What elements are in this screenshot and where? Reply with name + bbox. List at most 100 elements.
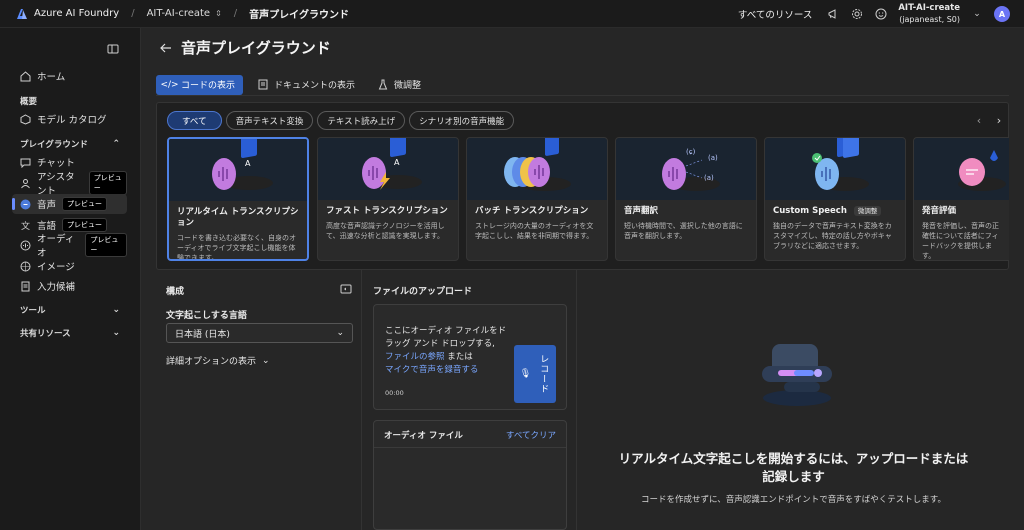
code-icon: </> [160, 79, 179, 90]
chip-scenario[interactable]: シナリオ別の音声機能 [409, 111, 515, 130]
card-description: 発音を評価し、音声の正確性について話者にフィードバックを提供します。 [922, 222, 999, 260]
card-pronunciation-assessment[interactable]: 発音評価 発音を評価し、音声の正確性について話者にフィードバックを提供します。 [913, 137, 1009, 261]
scenario-gallery: すべて 音声テキスト変換 テキスト読み上げ シナリオ別の音声機能 ‹ › A リ… [156, 102, 1009, 270]
card-title: 発音評価 [922, 206, 957, 216]
realtime-illustration-icon: A [169, 139, 307, 201]
sidebar-section-overview: 概要 [20, 97, 38, 107]
card-fast-transcription[interactable]: A ファスト トランスクリプション 高度な音声認識テクノロジーを活用して、迅速な… [317, 137, 459, 261]
clear-all-button[interactable]: すべてクリア [506, 429, 556, 441]
sidebar-item-label: アシスタント [37, 172, 75, 197]
language-select-value: 日本語 (日本) [175, 329, 230, 340]
file-drop-zone[interactable]: ここにオーディオ ファイルをドラッグ アンド ドロップする, ファイルの参照 ま… [373, 304, 567, 410]
panel-toggle-icon[interactable] [340, 283, 352, 295]
chip-speech-to-text[interactable]: 音声テキスト変換 [225, 111, 314, 130]
record-label: レコード [538, 354, 549, 394]
chevron-up-icon: ⌃ [112, 139, 120, 149]
browse-files-link[interactable]: ファイルの参照 [385, 352, 445, 362]
flask-icon [377, 79, 388, 90]
configuration-panel: 構成 文字起こしする言語 日本語 (日本) ⌄ 詳細オプションの表示 ⌄ [156, 270, 362, 530]
chevron-down-icon: ⌄ [262, 355, 270, 366]
home-icon [20, 70, 31, 82]
back-arrow-icon[interactable] [159, 41, 173, 55]
card-title: バッチ トランスクリプション [475, 206, 589, 216]
account-info[interactable]: AIT-AI-create (japaneast, S0) [898, 3, 960, 25]
card-description: 独自のデータで音声テキスト変換をカスタマイズし、特定の話し方やボキャブラリなどに… [773, 222, 892, 250]
sidebar-item-label: オーディオ [37, 234, 75, 259]
all-resources-link[interactable]: すべてのリソース [738, 7, 812, 21]
card-description: コードを書き込む必要なく、自身のオーディオでライブ文字起こし機能を体験できます。 [177, 234, 296, 261]
chevron-down-icon: ⌄ [112, 305, 120, 315]
card-realtime-transcription[interactable]: A リアルタイム トランスクリプション コードを書き込む必要なく、自身のオーディ… [167, 137, 309, 261]
card-description: 短い待機時間で、選択した他の言語に音声を翻訳します。 [624, 222, 743, 240]
view-code-button[interactable]: </> コードの表示 [156, 74, 244, 95]
svg-text:A: A [245, 159, 251, 168]
toolbar: </> コードの表示 ドキュメントの表示 微調整 [156, 74, 1009, 96]
fast-illustration-icon: A [318, 138, 458, 200]
preview-badge: プレビュー [88, 171, 127, 195]
sidebar-item-home[interactable]: ホーム [12, 66, 127, 86]
record-timer: 00:00 [385, 389, 404, 397]
sidebar-item-label: モデル カタログ [37, 115, 107, 126]
card-batch-transcription[interactable]: バッチ トランスクリプション ストレージ内の大量のオーディオを文字起こしし、結果… [466, 137, 608, 261]
empty-state-title: リアルタイム文字起こしを開始するには、アップロードまたは記録します [618, 451, 969, 484]
chevron-down-icon: ⌄ [112, 328, 120, 338]
sidebar-item-completions[interactable]: 入力候補 [12, 276, 127, 296]
person-icon [20, 178, 31, 189]
svg-text:(a): (a) [708, 154, 718, 162]
sidebar-group-shared[interactable]: 共有リソース ⌄ [20, 327, 120, 339]
audio-files-header: オーディオ ファイル [384, 431, 463, 441]
view-docs-button[interactable]: ドキュメントの表示 [249, 75, 363, 95]
sidebar-item-audio[interactable]: オーディオ プレビュー [12, 233, 127, 259]
top-bar: Azure AI Foundry / AIT-AI-create ⇕ / 音声プ… [0, 0, 1024, 28]
sidebar-item-label: イメージ [37, 262, 75, 273]
brand[interactable]: Azure AI Foundry [16, 8, 119, 20]
button-label: コードの表示 [181, 81, 236, 91]
advanced-options-toggle[interactable]: 詳細オプションの表示 ⌄ [166, 354, 270, 368]
sidebar-group-label: ツール [20, 306, 46, 316]
config-header: 構成 [166, 287, 185, 297]
language-label: 文字起こしする言語 [166, 311, 247, 321]
chip-text-to-speech[interactable]: テキスト読み上げ [317, 111, 406, 130]
sidebar-group-tools[interactable]: ツール ⌄ [20, 304, 120, 316]
sidebar-item-speech[interactable]: 音声 プレビュー [12, 194, 127, 214]
pronunciation-illustration-icon [914, 138, 1009, 200]
speech-icon [20, 199, 31, 210]
project-name: AIT-AI-create [146, 8, 211, 19]
breadcrumb-page[interactable]: 音声プレイグラウンド [249, 6, 349, 21]
translation-illustration-icon: (ɕ) (a) (a) [616, 138, 756, 200]
chip-all[interactable]: すべて [167, 111, 222, 130]
sidebar: ホーム 概要 モデル カタログ プレイグラウンド ⌃ チャット アシスタント プ… [0, 28, 140, 530]
sidebar-group-label: 共有リソース [20, 329, 71, 339]
sidebar-item-image[interactable]: イメージ [12, 256, 127, 276]
sidebar-group-label: プレイグラウンド [20, 140, 88, 150]
chevron-left-icon[interactable]: ‹ [972, 113, 986, 127]
collapse-sidebar-icon[interactable] [107, 43, 119, 55]
fine-tune-button[interactable]: 微調整 [369, 75, 429, 95]
breadcrumb-project[interactable]: AIT-AI-create ⇕ [147, 8, 222, 19]
card-title: 音声翻訳 [624, 206, 659, 216]
main-content: 音声プレイグラウンド </> コードの表示 ドキュメントの表示 微調整 すべて … [140, 28, 1024, 530]
chevron-down-icon[interactable]: ⌄ [970, 7, 984, 21]
sidebar-item-assistant[interactable]: アシスタント プレビュー [12, 171, 127, 197]
custom-speech-illustration-icon [765, 138, 905, 200]
card-custom-speech[interactable]: Custom Speech 微調整 独自のデータで音声テキスト変換をカスタマイズ… [764, 137, 906, 261]
upload-header: ファイルのアップロード [373, 287, 473, 297]
avatar[interactable]: A [994, 6, 1010, 22]
chevron-right-icon[interactable]: › [992, 113, 1006, 127]
record-button[interactable]: 🎙 レコード [514, 345, 556, 403]
card-title: ファスト トランスクリプション [326, 206, 448, 216]
account-region: (japaneast, S0) [899, 15, 960, 24]
sidebar-group-playground[interactable]: プレイグラウンド ⌃ [20, 138, 120, 150]
language-select[interactable]: 日本語 (日本) ⌄ [166, 323, 353, 343]
sidebar-item-model-catalog[interactable]: モデル カタログ [12, 109, 127, 129]
button-label: ドキュメントの表示 [274, 81, 356, 91]
settings-icon[interactable] [850, 7, 864, 21]
card-title-text: Custom Speech [773, 206, 847, 216]
drop-instructions: ここにオーディオ ファイルをドラッグ アンド ドロップする, ファイルの参照 ま… [385, 325, 509, 377]
record-mic-link[interactable]: マイクで音声を録音する [385, 365, 478, 375]
feedback-smiley-icon[interactable] [874, 7, 888, 21]
divider [374, 447, 566, 448]
card-speech-translation[interactable]: (ɕ) (a) (a) 音声翻訳 短い待機時間で、選択した他の言語に音声を翻訳します… [615, 137, 757, 261]
fine-tune-badge: 微調整 [853, 206, 882, 216]
announcement-icon[interactable] [826, 7, 840, 21]
